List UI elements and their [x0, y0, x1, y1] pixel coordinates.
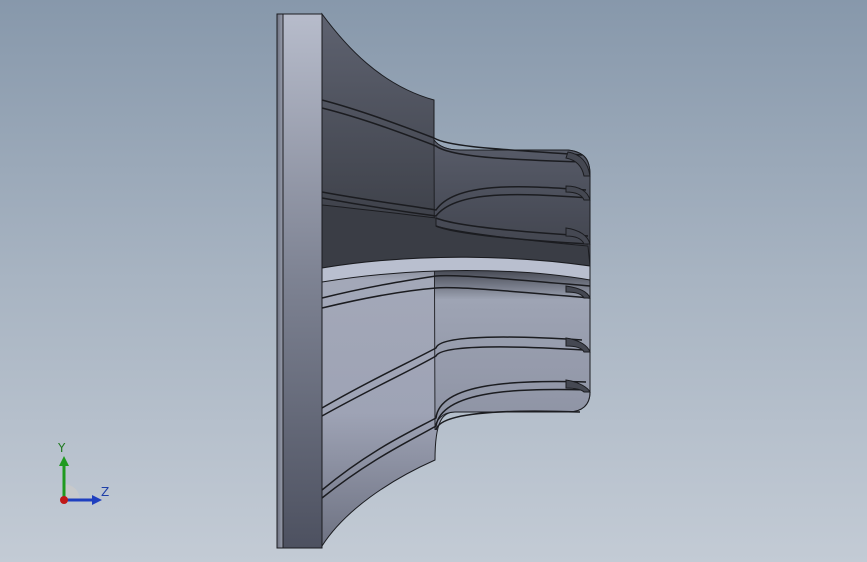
- impeller-model[interactable]: [0, 0, 867, 562]
- back-plate-edge: [276, 13, 284, 549]
- z-axis-label: Z: [101, 485, 110, 499]
- x-axis-dot: [60, 496, 68, 504]
- view-orientation-triad: Y Z: [48, 440, 118, 510]
- graphics-viewport[interactable]: Y Z: [0, 0, 867, 562]
- y-axis-label: Y: [58, 441, 66, 455]
- back-plate-face: [276, 13, 323, 549]
- y-axis-arrow: [59, 456, 69, 466]
